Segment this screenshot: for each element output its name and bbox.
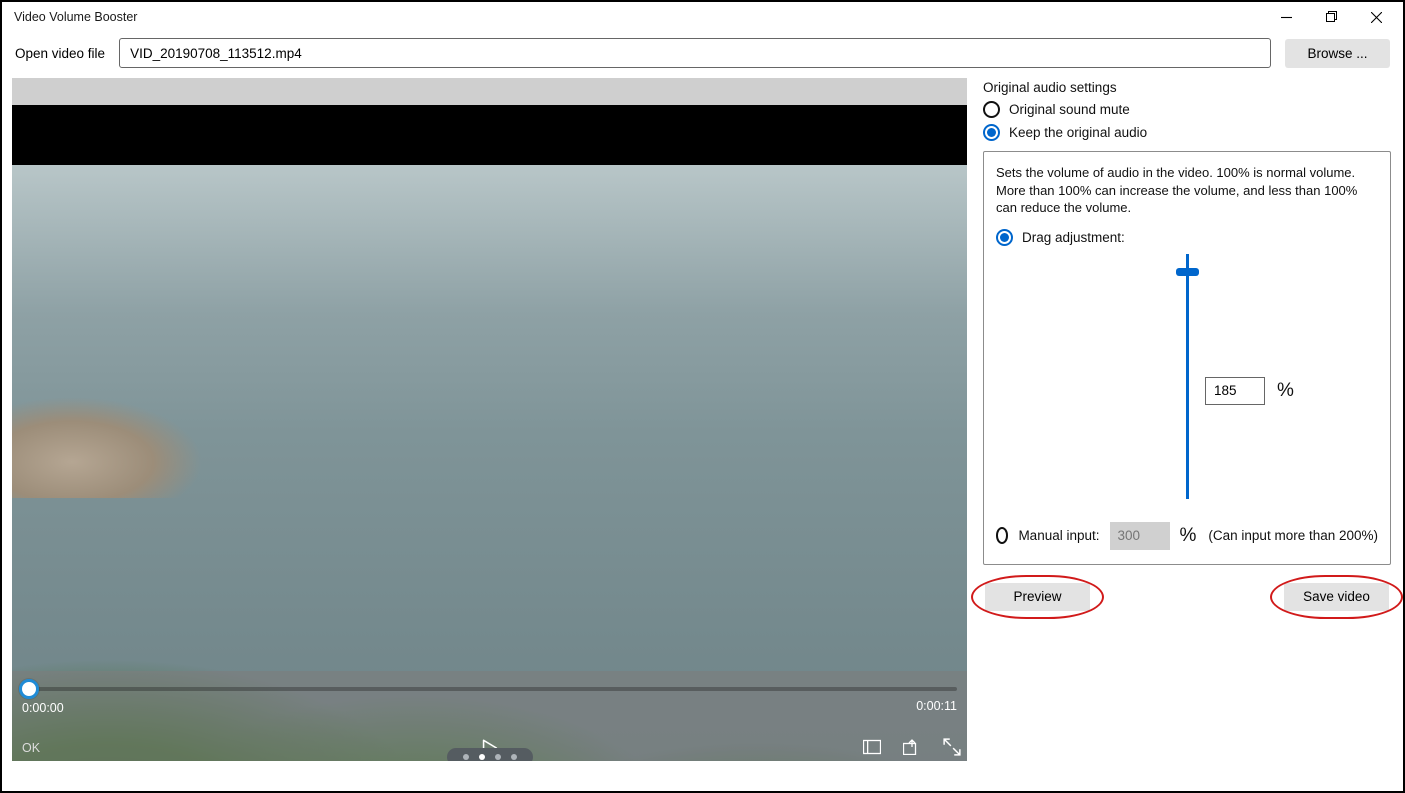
volume-percent-input[interactable] — [1205, 377, 1265, 405]
percent-sign: % — [1180, 525, 1197, 547]
window-title: Video Volume Booster — [14, 10, 137, 24]
seek-handle[interactable] — [19, 679, 39, 699]
ok-label: OK — [22, 741, 40, 755]
time-current: 0:00:00 — [22, 701, 64, 715]
manual-hint: (Can input more than 200%) — [1208, 528, 1378, 543]
radio-keep-original[interactable]: Keep the original audio — [983, 124, 1391, 141]
save-video-button[interactable]: Save video — [1284, 583, 1389, 611]
fullscreen-icon[interactable] — [943, 738, 961, 756]
radio-label: Keep the original audio — [1009, 125, 1147, 140]
radio-icon-selected — [996, 229, 1013, 246]
volume-slider[interactable] — [1186, 254, 1189, 499]
page-indicator[interactable] — [447, 748, 533, 761]
open-file-label: Open video file — [15, 46, 105, 61]
file-row: Open video file Browse ... — [2, 32, 1403, 78]
volume-slider-thumb[interactable] — [1176, 268, 1199, 276]
radio-icon-selected — [983, 124, 1000, 141]
seek-bar[interactable] — [22, 687, 957, 691]
radio-manual-input[interactable] — [996, 527, 1008, 544]
radio-label: Drag adjustment: — [1022, 230, 1125, 245]
titlebar: Video Volume Booster — [2, 2, 1403, 32]
browse-button[interactable]: Browse ... — [1285, 39, 1390, 68]
volume-slider-area: % — [996, 252, 1378, 502]
manual-percent-input[interactable] — [1110, 522, 1170, 550]
file-path-input[interactable] — [119, 38, 1271, 68]
radio-label: Original sound mute — [1009, 102, 1130, 117]
percent-sign: % — [1277, 380, 1294, 402]
close-button[interactable] — [1354, 3, 1399, 31]
share-icon[interactable] — [903, 739, 921, 755]
video-frame — [12, 78, 967, 761]
video-controls-overlay: 0:00:00 0:00:11 OK — [12, 671, 967, 761]
preview-button[interactable]: Preview — [985, 583, 1090, 611]
volume-description: Sets the volume of audio in the video. 1… — [996, 164, 1378, 217]
radio-drag-adjustment[interactable]: Drag adjustment: — [996, 229, 1378, 246]
radio-icon — [983, 101, 1000, 118]
video-preview-pane: 0:00:00 0:00:11 OK — [12, 78, 967, 761]
settings-heading: Original audio settings — [983, 80, 1391, 95]
maximize-button[interactable] — [1309, 3, 1354, 31]
minimize-button[interactable] — [1264, 3, 1309, 31]
aspect-ratio-icon[interactable] — [863, 739, 881, 755]
time-duration: 0:00:11 — [916, 699, 957, 713]
manual-input-label: Manual input: — [1018, 528, 1099, 543]
volume-box: Sets the volume of audio in the video. 1… — [983, 151, 1391, 565]
settings-pane: Original audio settings Original sound m… — [983, 78, 1391, 761]
radio-original-mute[interactable]: Original sound mute — [983, 101, 1391, 118]
